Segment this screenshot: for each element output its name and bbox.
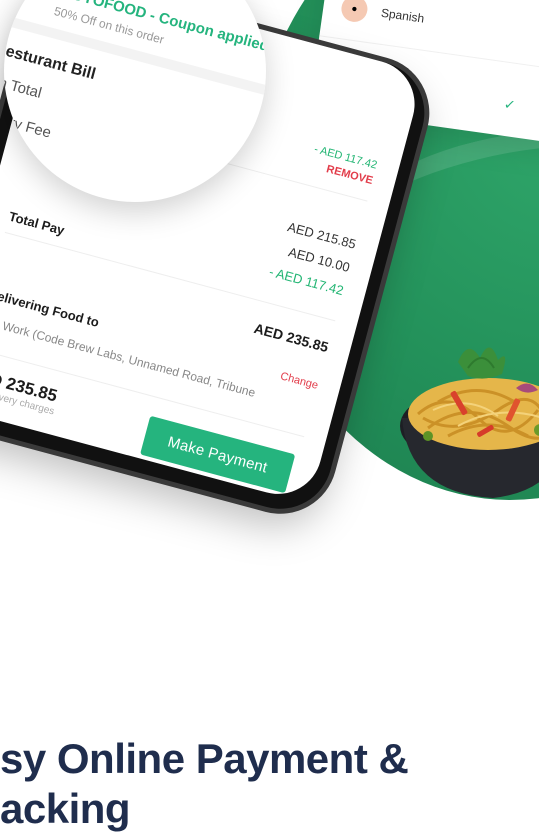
delivery-fee-label: Delivery Fee [4,103,53,142]
magnified-content: ✓ ROYOFOOD - Coupon applied 50% Off on t… [4,0,266,202]
headline-line-1: sy Online Payment & [0,735,409,782]
language-option-spanish[interactable]: ● Spanish [339,0,426,36]
noodle-bowl-image [400,347,539,498]
language-label: Spanish [380,5,426,26]
headline-line-2: acking [0,785,131,832]
feature-headline: sy Online Payment & acking [0,734,409,834]
total-pay-value: AED 235.85 [252,319,331,356]
promo-stage: ● Spanish ✚ English ✓ - AED 117.42 REMOV… [0,0,539,834]
bill-magnifier: ✓ ROYOFOOD - Coupon applied 50% Off on t… [4,0,266,202]
item-total-label: Item Total [4,68,44,102]
check-icon: ✓ [502,95,517,114]
es-flag-icon: ● [339,0,370,24]
discount-row: - AED 117.42 [15,195,346,298]
